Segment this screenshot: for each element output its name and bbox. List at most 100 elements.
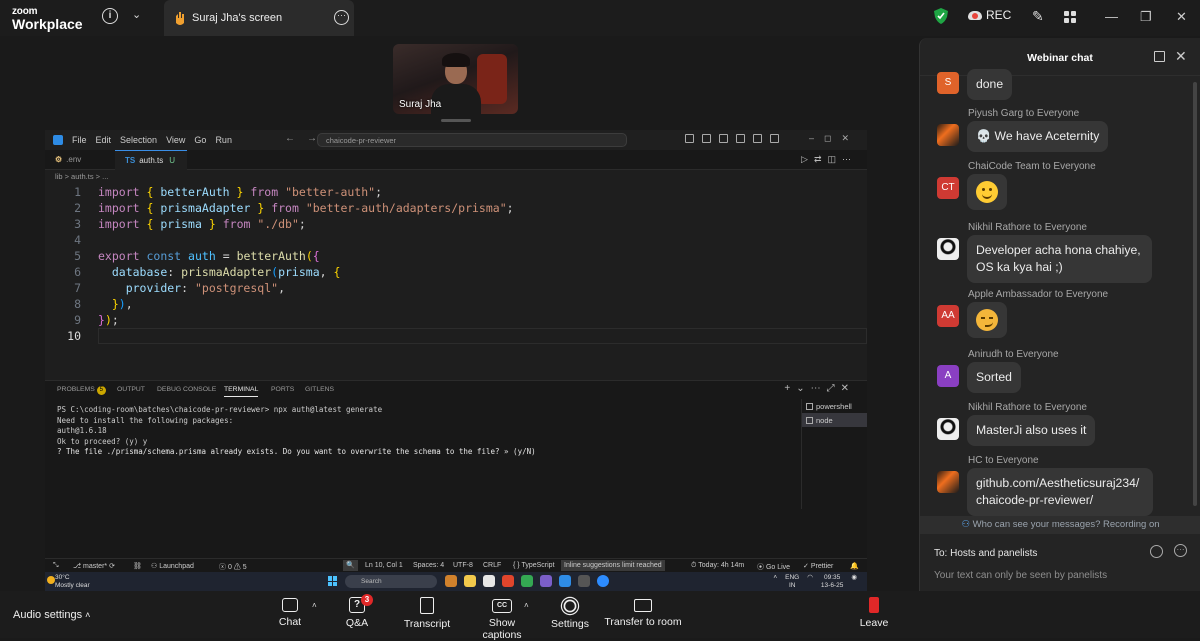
brave-icon[interactable] (502, 575, 514, 587)
tray-chevron-icon[interactable]: ˄ (773, 574, 777, 589)
folder-icon[interactable] (464, 575, 476, 587)
settings-button[interactable]: Settings (549, 595, 591, 630)
status-language[interactable]: { } TypeScript (513, 562, 555, 569)
panel-actions[interactable]: +⌄⋯⤢✕ (784, 383, 855, 394)
layout-icon[interactable] (753, 134, 762, 143)
annotate-pen-icon[interactable]: ✎ (1032, 8, 1044, 25)
chat-button[interactable]: Chat (272, 595, 308, 628)
share-tab[interactable]: Suraj Jha's screen ··· (164, 0, 354, 36)
vscode-window-controls[interactable]: –◻✕ (809, 133, 859, 144)
avatar[interactable] (937, 238, 959, 260)
avatar[interactable]: CT (937, 177, 959, 199)
status-encoding[interactable]: UTF-8 (453, 562, 473, 569)
status-prettier[interactable]: ✓ Prettier (803, 562, 833, 570)
video-drag-handle[interactable] (441, 119, 471, 122)
recipient-selector[interactable]: To: Hosts and panelists (934, 548, 1037, 559)
popout-icon[interactable] (1154, 51, 1165, 62)
more-options-icon[interactable]: ··· (1174, 544, 1187, 557)
avatar[interactable] (937, 418, 959, 440)
chat-input[interactable]: Your text can only be seen by panelists (934, 570, 1107, 581)
emoji-icon[interactable] (1150, 545, 1163, 558)
transcript-button[interactable]: Transcript (400, 595, 454, 630)
layout-icon[interactable] (685, 134, 694, 143)
terminal-output[interactable]: PS C:\coding-room\batches\chaicode-pr-re… (57, 405, 797, 458)
wifi-icon[interactable]: ◠ (807, 574, 813, 589)
tray-lang[interactable]: ENG IN (785, 574, 799, 589)
layout-icon[interactable] (719, 134, 728, 143)
taskbar-search[interactable]: Search (345, 575, 437, 588)
transfer-button[interactable]: Transfer to room (604, 595, 682, 628)
avatar[interactable] (937, 124, 959, 146)
status-go-live[interactable]: ⦿ Go Live (757, 562, 790, 572)
clock[interactable]: 09:35 13-6-25 (821, 574, 843, 589)
app-icon[interactable] (521, 575, 533, 587)
layout-icon[interactable] (770, 134, 779, 143)
tab-ports[interactable]: PORTS (271, 386, 294, 393)
sync-icon[interactable]: ⛓ (133, 562, 142, 570)
view-grid-icon[interactable] (1064, 11, 1076, 23)
avatar[interactable]: AA (937, 305, 959, 327)
terminal-node[interactable]: node (802, 413, 867, 427)
app-icon[interactable] (540, 575, 552, 587)
minimize-icon[interactable]: — (1105, 9, 1118, 24)
layout-icon[interactable] (736, 134, 745, 143)
bell-icon[interactable]: 🔔 (850, 562, 859, 570)
status-eol[interactable]: CRLF (483, 562, 501, 569)
close-window-icon[interactable]: ✕ (1176, 9, 1187, 25)
weather-widget[interactable]: 30°C Mostly clear (55, 574, 90, 589)
menu-view[interactable]: View (166, 135, 185, 145)
menu-file[interactable]: File (72, 135, 87, 145)
status-inline-suggestions[interactable]: Inline suggestions limit reached (561, 560, 665, 571)
menu-edit[interactable]: Edit (96, 135, 112, 145)
app-icon[interactable] (483, 575, 495, 587)
zoom-icon[interactable]: 🔍 (343, 560, 358, 571)
chat-caret-icon[interactable]: ˄ (312, 601, 317, 610)
status-spaces[interactable]: Spaces: 4 (413, 562, 444, 569)
audio-settings-button[interactable]: Audio settings ˄ (13, 609, 90, 621)
restore-icon[interactable]: ❐ (1140, 9, 1152, 25)
code-editor[interactable]: 1 import { betterAuth } from "better-auth… (45, 184, 867, 348)
vscode-taskbar-icon[interactable] (559, 575, 571, 587)
tab-debug-console[interactable]: DEBUG CONSOLE (157, 386, 216, 393)
tab-output[interactable]: OUTPUT (117, 386, 145, 393)
speaker-video[interactable]: Suraj Jha (393, 44, 518, 114)
app-icon[interactable] (578, 575, 590, 587)
remote-icon[interactable]: ⤡ (53, 562, 59, 570)
menu-go[interactable]: Go (194, 135, 206, 145)
command-search[interactable]: chaicode-pr-reviewer (317, 133, 627, 147)
breadcrumb[interactable]: lib > auth.ts > ... (45, 170, 867, 184)
qa-button[interactable]: ? 3 Q&A (339, 594, 375, 629)
more-icon[interactable]: ··· (334, 10, 349, 25)
record-indicator[interactable]: REC (968, 8, 1011, 22)
tab-auth-ts[interactable]: TS auth.ts U (115, 150, 187, 170)
status-problems[interactable]: ⓧ 0 ⚠ 5 (219, 562, 247, 572)
captions-caret-icon[interactable]: ˄ (524, 601, 529, 610)
tab-terminal[interactable]: TERMINAL (224, 386, 259, 397)
menu-run[interactable]: Run (215, 135, 232, 145)
avatar[interactable] (937, 471, 959, 493)
zoom-taskbar-icon[interactable] (597, 575, 609, 587)
windows-start-icon[interactable] (328, 576, 338, 586)
chat-scrollbar[interactable] (1193, 82, 1197, 506)
tab-problems[interactable]: PROBLEMS 5 (57, 386, 106, 395)
notification-icon[interactable]: ◉ (851, 574, 857, 589)
menu-selection[interactable]: Selection (120, 135, 157, 145)
status-branch[interactable]: ⎇ master* ⟳ (73, 562, 115, 570)
leave-button[interactable]: Leave (856, 595, 892, 629)
layout-icon[interactable] (702, 134, 711, 143)
terminal-powershell[interactable]: powershell (802, 399, 867, 413)
status-launchpad[interactable]: ⚇ Launchpad (151, 562, 194, 570)
chevron-down-icon[interactable]: ⌄ (132, 8, 141, 21)
editor-actions[interactable]: ▷⇄◫⋯ (801, 154, 857, 165)
tab-gitlens[interactable]: GITLENS (305, 386, 334, 393)
avatar[interactable]: A (937, 365, 959, 387)
app-icon[interactable] (445, 575, 457, 587)
tab-env[interactable]: ⚙ .env (45, 150, 113, 170)
recording-notice[interactable]: ⚇ Who can see your messages? Recording o… (920, 516, 1200, 534)
status-today[interactable]: ⏱ Today: 4h 14m (691, 562, 744, 570)
info-icon[interactable]: i (102, 8, 118, 24)
close-icon[interactable]: ✕ (1175, 48, 1187, 65)
security-shield-icon[interactable] (934, 8, 948, 24)
status-position[interactable]: Ln 10, Col 1 (365, 562, 403, 569)
avatar[interactable]: S (937, 72, 959, 94)
